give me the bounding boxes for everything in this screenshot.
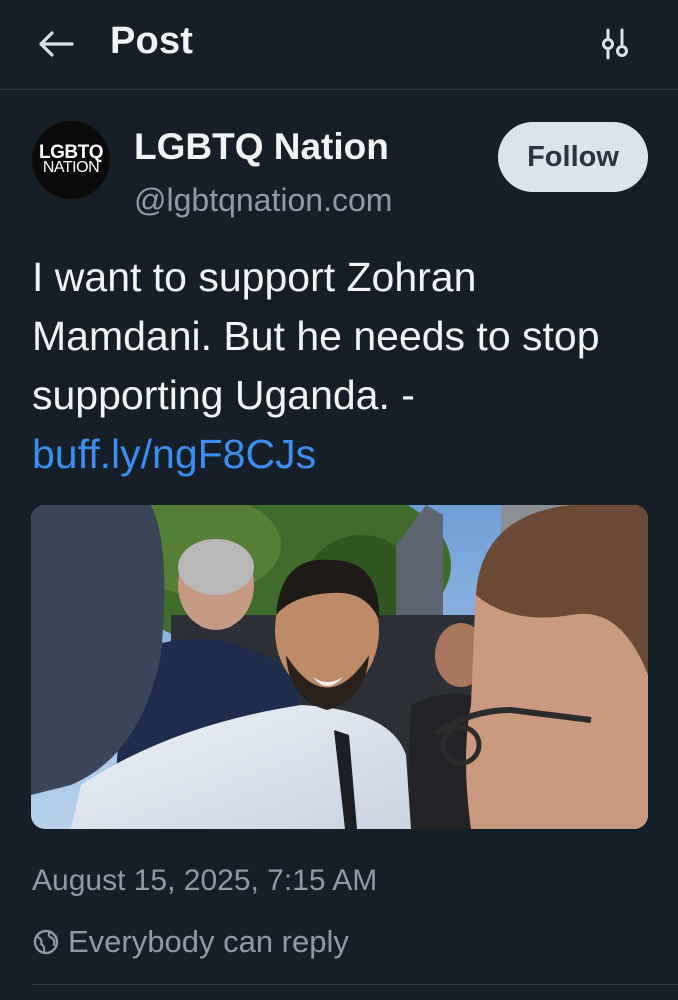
sliders-icon bbox=[602, 28, 628, 60]
avatar[interactable]: LGBTQ NATION bbox=[32, 121, 110, 199]
follow-button[interactable]: Follow bbox=[498, 122, 648, 192]
back-button[interactable] bbox=[34, 22, 78, 66]
author-handle[interactable]: @lgbtqnation.com bbox=[134, 182, 392, 219]
post-text: I want to support Zohran Mamdani. But he… bbox=[32, 248, 652, 484]
author-name[interactable]: LGBTQ Nation bbox=[134, 126, 389, 168]
filter-button[interactable] bbox=[592, 22, 638, 66]
post-timestamp: August 15, 2025, 7:15 AM bbox=[32, 864, 378, 897]
post-image[interactable] bbox=[31, 505, 648, 829]
post-link[interactable]: buff.ly/ngF8CJs bbox=[32, 431, 316, 477]
arrow-left-icon bbox=[39, 31, 74, 57]
globe-icon bbox=[33, 929, 59, 955]
post-body: I want to support Zohran Mamdani. But he… bbox=[32, 254, 600, 418]
avatar-text-line2: NATION bbox=[42, 159, 100, 177]
reply-settings[interactable]: Everybody can reply bbox=[32, 922, 349, 962]
page-title: Post bbox=[110, 20, 194, 62]
top-bar: Post bbox=[0, 0, 678, 90]
reply-setting-label: Everybody can reply bbox=[68, 924, 349, 959]
photo-illustration bbox=[31, 505, 648, 829]
divider bbox=[32, 984, 678, 985]
